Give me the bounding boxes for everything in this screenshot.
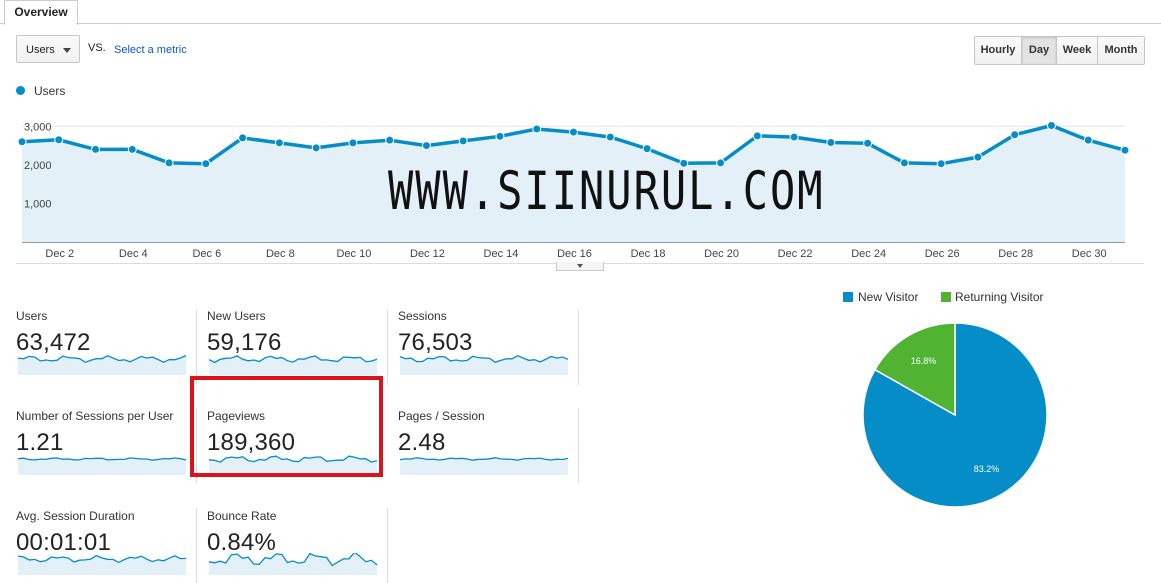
granularity-day-button[interactable]: Day: [1021, 36, 1057, 65]
data-point[interactable]: [311, 143, 321, 153]
data-point[interactable]: [1083, 135, 1093, 145]
collapse-chart-button[interactable]: [556, 262, 604, 271]
data-point[interactable]: [164, 158, 174, 168]
data-point[interactable]: [936, 159, 946, 169]
data-point[interactable]: [17, 137, 27, 147]
new-visitor-legend-label[interactable]: New Visitor: [858, 290, 918, 304]
metric-label: Number of Sessions per User: [16, 409, 174, 423]
data-point[interactable]: [458, 136, 468, 146]
y-tick-label: 2,000: [24, 160, 52, 172]
x-tick-label: Dec 24: [851, 248, 886, 260]
data-point[interactable]: [274, 138, 284, 148]
users-legend-label: Users: [34, 84, 66, 98]
tab-divider: [76, 23, 1161, 24]
tile-separator: [387, 310, 388, 385]
data-point[interactable]: [238, 133, 248, 143]
metric-label: Avg. Session Duration: [16, 509, 135, 523]
data-point[interactable]: [421, 141, 431, 151]
sparkline-fill: [209, 355, 377, 375]
x-tick-label: Dec 4: [119, 248, 148, 260]
tile-separator: [578, 310, 579, 385]
data-point[interactable]: [127, 144, 137, 154]
data-point[interactable]: [1046, 121, 1056, 131]
metric-sparkline: [17, 354, 187, 375]
tile-separator: [387, 508, 388, 583]
pageviews-highlight-box: [190, 376, 383, 477]
y-tick-label: 1,000: [24, 198, 52, 210]
data-point[interactable]: [532, 124, 542, 134]
metric-sparkline: [208, 355, 378, 375]
data-point[interactable]: [826, 137, 836, 147]
metric-sparkline: [208, 553, 378, 575]
data-point[interactable]: [91, 144, 101, 154]
tab-overview[interactable]: Overview: [4, 0, 78, 25]
returning-visitor-legend-swatch: [941, 292, 951, 302]
vs-label: VS.: [88, 42, 106, 54]
metric-sparkline: [399, 354, 569, 375]
x-tick-label: Dec 10: [336, 248, 371, 260]
x-tick-label: Dec 18: [631, 248, 666, 260]
returning-visitor-legend-label[interactable]: Returning Visitor: [955, 290, 1044, 304]
x-tick-label: Dec 30: [1072, 248, 1107, 260]
metric-label: Pages / Session: [398, 409, 485, 423]
sparkline-fill: [400, 457, 568, 475]
metric-label: New Users: [207, 309, 266, 323]
x-tick-label: Dec 14: [484, 248, 519, 260]
metric-sparkline: [399, 457, 569, 475]
data-point[interactable]: [54, 135, 64, 145]
x-tick-label: Dec 26: [925, 248, 960, 260]
metric-sparkline: [17, 554, 187, 575]
data-point[interactable]: [642, 144, 652, 154]
data-point[interactable]: [863, 138, 873, 148]
new-visitor-legend-swatch: [843, 292, 853, 302]
metric-label: Sessions: [398, 309, 447, 323]
granularity-hourly-button[interactable]: Hourly: [974, 36, 1022, 65]
tile-separator: [196, 310, 197, 385]
data-point[interactable]: [752, 131, 762, 141]
x-tick-label: Dec 22: [778, 248, 813, 260]
data-point[interactable]: [569, 127, 578, 137]
chevron-down-icon: [577, 264, 583, 268]
pie-slice-label: 16.8%: [911, 356, 937, 366]
granularity-month-button[interactable]: Month: [1097, 36, 1145, 65]
tile-separator: [578, 408, 579, 483]
data-point[interactable]: [899, 158, 909, 168]
users-legend-dot: [16, 86, 25, 95]
metric-dropdown[interactable]: Users: [16, 35, 80, 63]
metric-sparkline: [17, 457, 187, 475]
tab-divider-left: [0, 23, 4, 24]
watermark-text: WWW.SIINURUL.COM: [388, 160, 825, 222]
data-point[interactable]: [348, 138, 358, 148]
pie-slice-label: 83.2%: [974, 464, 1000, 474]
data-point[interactable]: [385, 135, 395, 145]
x-tick-label: Dec 8: [266, 248, 295, 260]
metric-label: Bounce Rate: [207, 509, 277, 523]
metric-label: Users: [16, 309, 48, 323]
data-point[interactable]: [201, 159, 211, 169]
data-point[interactable]: [1120, 145, 1130, 155]
data-point[interactable]: [789, 132, 799, 142]
sparkline-fill: [18, 457, 186, 475]
x-tick-label: Dec 28: [998, 248, 1033, 260]
x-tick-label: Dec 20: [704, 248, 739, 260]
select-metric-link[interactable]: Select a metric: [114, 44, 187, 56]
x-tick-label: Dec 12: [410, 248, 445, 260]
data-point[interactable]: [495, 131, 505, 141]
x-tick-label: Dec 6: [192, 248, 221, 260]
y-tick-label: 3,000: [24, 121, 52, 133]
x-tick-label: Dec 16: [557, 248, 592, 260]
metric-dropdown-value: Users: [26, 44, 55, 56]
data-point[interactable]: [1010, 130, 1020, 140]
chevron-down-icon: [63, 48, 71, 53]
data-point[interactable]: [973, 152, 983, 162]
data-point[interactable]: [605, 132, 615, 142]
tile-separator: [196, 508, 197, 583]
visitor-type-pie-chart: 83.2% 16.8%: [862, 322, 1048, 508]
granularity-week-button[interactable]: Week: [1056, 36, 1098, 65]
x-tick-label: Dec 2: [45, 248, 74, 260]
